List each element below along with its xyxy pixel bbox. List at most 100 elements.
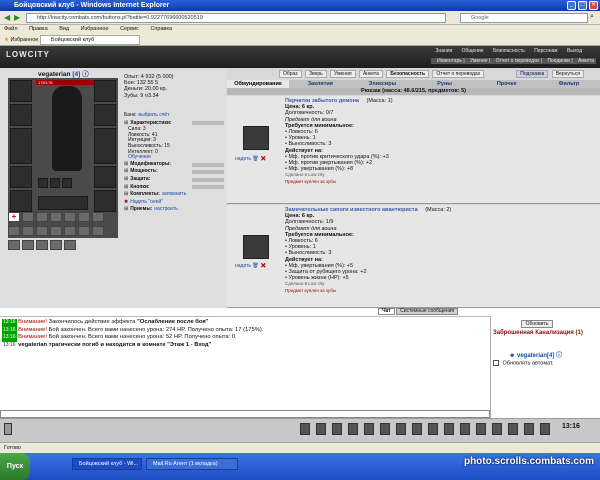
info-icon[interactable]: ⓘ [556, 353, 562, 359]
defense-row[interactable]: ⊞ Защита: [124, 176, 224, 184]
quick-slot-6[interactable] [92, 212, 104, 222]
earring-slot[interactable] [94, 80, 116, 102]
rune-slot-1[interactable] [8, 240, 20, 250]
tab-spells[interactable]: Заклятия [289, 80, 351, 88]
toolbar-button-15[interactable] [524, 423, 534, 435]
set-row[interactable]: ✖ Надеть "оеей" [124, 199, 224, 207]
quick-slot-1[interactable] [22, 212, 34, 222]
menu-profile[interactable]: Анкета [578, 58, 594, 64]
toolbar-button-7[interactable] [396, 423, 406, 435]
buttons-row[interactable]: ⊞ Кнопки: [124, 184, 224, 192]
scroll-slot-5[interactable] [64, 226, 76, 236]
rune-slot-3[interactable] [36, 240, 48, 250]
boots-slot[interactable] [94, 190, 116, 212]
toolbar-button-14[interactable] [508, 423, 518, 435]
toolbar-button-3[interactable] [332, 423, 342, 435]
modifiers-row[interactable]: ⊞ Модификаторы: [124, 161, 224, 169]
menu-edit[interactable]: Правка [29, 26, 48, 32]
rune-slot-5[interactable] [64, 240, 76, 250]
techniques-row[interactable]: ⊞ Приемы: настроить [124, 206, 224, 214]
quick-slot-3[interactable] [50, 212, 62, 222]
menu-help[interactable]: Справка [150, 26, 172, 32]
save-set-link[interactable]: запомнить [162, 191, 186, 199]
toolbar-button-16[interactable] [540, 423, 550, 435]
star-icon[interactable]: ★ [4, 37, 9, 43]
scroll-slot-4[interactable] [50, 226, 62, 236]
rune-slot-2[interactable] [22, 240, 34, 250]
tab-pet[interactable]: Зверь [304, 70, 327, 78]
tab-other[interactable]: Прочее [476, 80, 538, 88]
menu-security[interactable]: Безопасность [493, 48, 525, 54]
scroll-slot-2[interactable] [22, 226, 34, 236]
info-icon[interactable]: ⓘ [82, 71, 89, 78]
scroll-slot-6[interactable] [78, 226, 90, 236]
item-name[interactable]: Замечательные сапоги известного авантюри… [285, 207, 418, 213]
scroll-slot-1[interactable] [8, 226, 20, 236]
auto-refresh-checkbox[interactable] [493, 360, 499, 366]
belt-slot[interactable] [10, 190, 32, 212]
weapon-slot[interactable] [10, 128, 32, 164]
menu-view[interactable]: Вид [59, 26, 69, 32]
close-window-button[interactable]: × [589, 1, 598, 10]
tab-filter[interactable]: Фильтр [538, 80, 600, 88]
menu-character[interactable]: Персонаж [534, 48, 557, 54]
toolbar-button-6[interactable] [380, 423, 390, 435]
menu-exit[interactable]: Выход [567, 48, 582, 54]
configure-link[interactable]: настроить [154, 206, 178, 214]
item-name[interactable]: Перчатки забытого демона [285, 98, 359, 104]
menu-knowledge[interactable]: Знания [435, 48, 452, 54]
character-name[interactable]: vegaterian [38, 71, 71, 78]
menu-inventory[interactable]: Инвентарь [437, 58, 462, 64]
toolbar-button-11[interactable] [460, 423, 470, 435]
forward-icon[interactable]: ▶ [14, 13, 20, 22]
minimize-button[interactable]: _ [567, 1, 576, 10]
toolbar-button-9[interactable] [428, 423, 438, 435]
tab-equipment[interactable]: Обмундирование [227, 80, 290, 88]
rune-slot-4[interactable] [50, 240, 62, 250]
chat-input[interactable] [0, 410, 490, 418]
quick-slot-2[interactable] [36, 212, 48, 222]
gloves-slot[interactable] [94, 166, 116, 188]
ring-slot-1[interactable] [38, 178, 48, 188]
back-icon[interactable]: ◀ [4, 13, 10, 22]
menu-tools[interactable]: Сервис [120, 26, 139, 32]
choose-account-link[interactable]: выбрать счёт [138, 112, 169, 120]
start-button[interactable]: Пуск [0, 453, 30, 480]
tab-elixirs[interactable]: Эликсиры [351, 80, 413, 88]
menu-battles[interactable]: Поединки [547, 58, 570, 64]
power-row[interactable]: ⊞ Мощность: [124, 168, 224, 176]
tab-chat[interactable]: Чат [378, 308, 395, 315]
hint-button[interactable]: Подсказка [516, 70, 549, 78]
return-button[interactable]: Вернуться [551, 70, 584, 78]
scroll-slot-7[interactable] [92, 226, 104, 236]
legs-slot[interactable] [38, 196, 88, 210]
browser-tab[interactable]: Бойцовский клуб [40, 35, 140, 45]
scroll-left-button[interactable] [4, 423, 12, 435]
taskbar-item-mail[interactable]: Mail.Ru Агент (1 вкладка) [146, 458, 238, 470]
wear-link[interactable]: надеть [235, 263, 251, 269]
armor-slot[interactable] [10, 166, 32, 188]
toolbar-button-13[interactable] [492, 423, 502, 435]
menu-file[interactable]: Файл [4, 26, 18, 32]
tab-profile[interactable]: Анкета [358, 70, 383, 78]
toolbar-button-2[interactable] [316, 423, 326, 435]
url-input[interactable]: http://lowcity.combats.com/buttons.pl?ba… [26, 13, 446, 23]
search-icon[interactable]: ⌕ [590, 13, 594, 21]
toolbar-button-4[interactable] [348, 423, 358, 435]
quick-slot-4[interactable] [64, 212, 76, 222]
tab-skills[interactable]: Умения [330, 70, 356, 78]
maximize-button[interactable]: □ [578, 1, 587, 10]
delete-icon[interactable]: ✖ [260, 156, 266, 162]
ring-slot-2[interactable] [50, 178, 60, 188]
tab-security[interactable]: Безопасность [386, 70, 430, 78]
search-input[interactable]: Google [460, 13, 588, 23]
menu-transfers[interactable]: Отчет о переводах [496, 58, 540, 64]
amulet-slot[interactable] [94, 104, 116, 126]
ring-slot-3[interactable] [62, 178, 72, 188]
quick-slot-5[interactable] [78, 212, 90, 222]
wear-link[interactable]: надеть [235, 156, 251, 162]
menu-skills[interactable]: Умения [470, 58, 487, 64]
wear-set-link[interactable]: Надеть "оеей" [130, 199, 163, 207]
tab-transfers[interactable]: Отчет о переводах [432, 70, 485, 78]
toolbar-button-1[interactable] [300, 423, 310, 435]
